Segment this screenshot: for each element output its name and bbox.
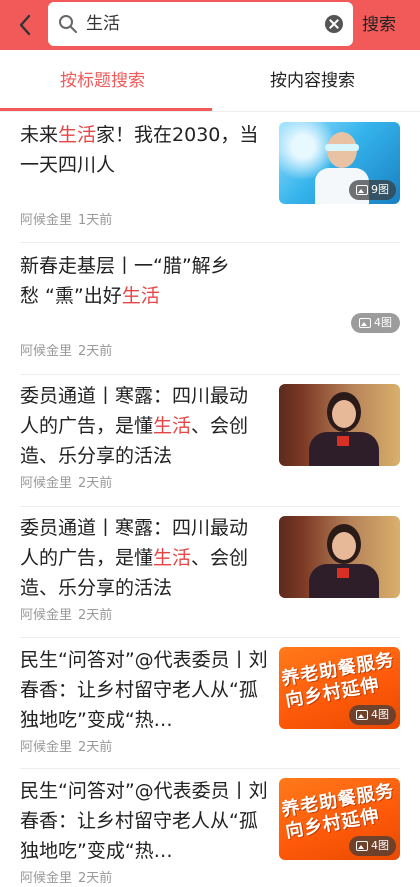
picture-icon — [359, 318, 371, 328]
result-author: 阿候金里 — [20, 871, 73, 886]
image-count-badge: 4图 — [349, 836, 396, 856]
result-thumbnail: 9图 — [279, 122, 400, 204]
result-title: 民生“问答对”@代表委员丨刘春香：让乡村留守老人从“孤独地吃”变成“热… — [20, 780, 268, 862]
search-box[interactable]: 生活 — [48, 2, 353, 46]
result-thumbnail — [279, 516, 400, 598]
result-title: 民生“问答对”@代表委员丨刘春香：让乡村留守老人从“孤独地吃”变成“热… — [20, 649, 268, 731]
result-time: 2天前 — [78, 476, 113, 491]
clear-icon[interactable] — [325, 15, 343, 33]
result-meta: 阿候金里 2天前 — [20, 475, 112, 493]
result-item[interactable]: 民生“问答对”@代表委员丨刘春香：让乡村留守老人从“孤独地吃”变成“热… 养老助… — [20, 638, 400, 769]
tab-search-by-title[interactable]: 按标题搜索 — [60, 68, 145, 94]
thumbnail-banner-text: 养老助餐服务 向乡村延伸 — [280, 649, 396, 712]
result-time: 2天前 — [78, 871, 113, 886]
result-time: 2天前 — [78, 344, 113, 359]
result-time: 2天前 — [78, 740, 113, 755]
search-submit-button[interactable]: 搜索 — [362, 12, 420, 38]
result-title: 委员通道丨寒露：四川最动人的广告，是懂生活、会创造、乐分享的活法 — [20, 385, 249, 467]
back-button[interactable] — [10, 8, 40, 42]
result-item[interactable]: 委员通道丨寒露：四川最动人的广告，是懂生活、会创造、乐分享的活法 阿候金里 2天前 — [20, 375, 400, 507]
image-count-badge: 4图 — [351, 313, 400, 333]
result-item[interactable]: 新春走基层丨一“腊”解乡愁 “熏”出好生活 4图 阿候金里 2天前 — [20, 243, 400, 375]
picture-icon — [356, 710, 368, 720]
search-mode-tabs: 按标题搜索 按内容搜索 — [0, 50, 420, 112]
result-meta: 阿候金里 2天前 — [20, 607, 112, 625]
top-bar: 生活 搜索 — [0, 0, 420, 50]
result-item[interactable]: 未来生活家！我在2030，当一天四川人 9图 阿候金里 1天前 — [20, 112, 400, 243]
result-meta: 阿候金里 1天前 — [20, 212, 112, 230]
search-input[interactable]: 生活 — [86, 13, 120, 35]
result-thumbnail — [279, 384, 400, 466]
result-meta: 阿候金里 2天前 — [20, 739, 112, 757]
result-author: 阿候金里 — [20, 740, 73, 755]
search-icon — [59, 15, 77, 33]
result-time: 2天前 — [78, 608, 113, 623]
result-item[interactable]: 委员通道丨寒露：四川最动人的广告，是懂生活、会创造、乐分享的活法 阿候金里 2天前 — [20, 507, 400, 638]
result-title: 新春走基层丨一“腊”解乡愁 “熏”出好生活 — [20, 255, 230, 307]
tab-search-by-content[interactable]: 按内容搜索 — [270, 68, 355, 94]
result-title: 委员通道丨寒露：四川最动人的广告，是懂生活、会创造、乐分享的活法 — [20, 517, 249, 599]
result-meta: 阿候金里 2天前 — [20, 870, 112, 887]
image-count-badge: 4图 — [349, 705, 396, 725]
chevron-left-icon — [19, 14, 31, 36]
result-meta: 阿候金里 2天前 — [20, 343, 112, 361]
picture-icon — [356, 185, 368, 195]
active-tab-indicator — [0, 108, 212, 111]
result-author: 阿候金里 — [20, 608, 73, 623]
result-title: 未来生活家！我在2030，当一天四川人 — [20, 124, 259, 176]
result-thumbnail: 养老助餐服务 向乡村延伸 4图 — [279, 647, 400, 729]
result-author: 阿候金里 — [20, 344, 73, 359]
thumbnail-banner-text: 养老助餐服务 向乡村延伸 — [280, 780, 396, 843]
result-time: 1天前 — [78, 213, 113, 228]
result-author: 阿候金里 — [20, 213, 73, 228]
result-item[interactable]: 民生“问答对”@代表委员丨刘春香：让乡村留守老人从“孤独地吃”变成“热… 养老助… — [20, 769, 400, 887]
image-count-badge: 9图 — [349, 180, 396, 200]
picture-icon — [356, 841, 368, 851]
result-author: 阿候金里 — [20, 476, 73, 491]
result-thumbnail: 养老助餐服务 向乡村延伸 4图 — [279, 778, 400, 860]
